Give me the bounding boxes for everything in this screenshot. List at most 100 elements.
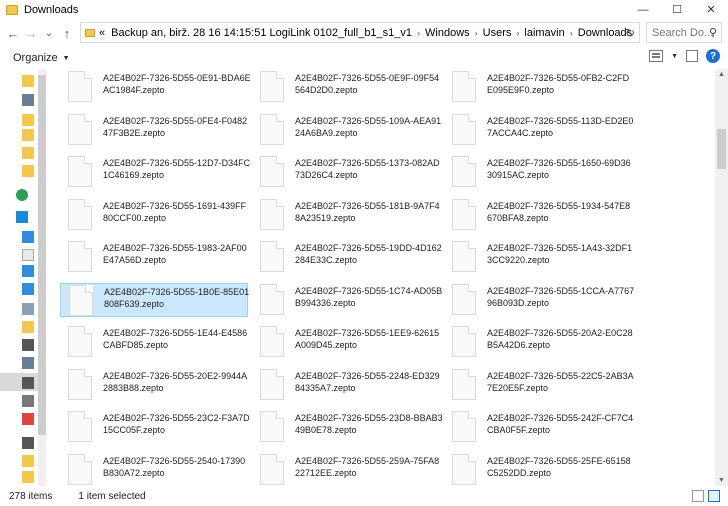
- vertical-scrollbar[interactable]: ▲ ▼: [715, 69, 728, 486]
- file-item[interactable]: A2E4B02F-7326-5D55-1C74-AD05BB994336.zep…: [252, 283, 443, 317]
- recent-locations-button[interactable]: ⌄: [40, 23, 58, 43]
- nav-pane-scrollbar-thumb[interactable]: [38, 75, 46, 435]
- file-icon: [260, 453, 284, 485]
- file-item[interactable]: A2E4B02F-7326-5D55-259A-75FA822712EE.zep…: [252, 453, 440, 487]
- file-item[interactable]: A2E4B02F-7326-5D55-20E2-9944A2883B88.zep…: [60, 368, 248, 402]
- file-item[interactable]: A2E4B02F-7326-5D55-1691-439FF80CCF00.zep…: [60, 198, 248, 232]
- file-icon: [68, 71, 92, 102]
- help-icon[interactable]: ?: [706, 49, 720, 63]
- drive-icon[interactable]: [22, 94, 34, 106]
- folder-icon[interactable]: [22, 165, 34, 177]
- file-item[interactable]: A2E4B02F-7326-5D55-12D7-D34FC1C46169.zep…: [60, 155, 250, 189]
- folder-icon[interactable]: [22, 471, 34, 483]
- folder-icon[interactable]: [22, 75, 34, 87]
- organize-menu-button[interactable]: Organize ▼: [13, 52, 70, 64]
- file-item[interactable]: A2E4B02F-7326-5D55-1934-547E8670BFA8.zep…: [444, 198, 632, 232]
- file-item[interactable]: A2E4B02F-7326-5D55-1650-69D3630915AC.zep…: [444, 155, 632, 189]
- chevron-right-icon: ›: [417, 27, 421, 38]
- file-icon: [452, 453, 476, 485]
- drive-icon[interactable]: [22, 377, 34, 389]
- large-icons-view-icon[interactable]: [708, 490, 720, 502]
- file-item[interactable]: A2E4B02F-7326-5D55-1373-082AD73D26C4.zep…: [252, 155, 440, 189]
- file-item[interactable]: A2E4B02F-7326-5D55-19DD-4D162284E33C.zep…: [252, 240, 442, 274]
- downloads-icon[interactable]: [22, 265, 34, 277]
- file-name: A2E4B02F-7326-5D55-113D-ED2E07ACCA4C.zep…: [487, 115, 634, 138]
- drive-icon[interactable]: [22, 357, 34, 369]
- file-icon: [452, 241, 476, 272]
- file-icon: [452, 326, 476, 357]
- videos-icon[interactable]: [22, 339, 34, 351]
- pictures-icon[interactable]: [22, 303, 34, 315]
- details-view-icon[interactable]: [692, 490, 704, 502]
- scrollbar-thumb[interactable]: [717, 129, 726, 169]
- organize-label: Organize: [13, 52, 58, 64]
- breadcrumb-item[interactable]: laimavin: [524, 27, 564, 39]
- breadcrumb-overflow[interactable]: «: [99, 27, 105, 39]
- search-input[interactable]: Search Do... ⚲: [646, 22, 722, 43]
- file-item[interactable]: A2E4B02F-7326-5D55-22C5-2AB3A7E20E5F.zep…: [444, 368, 634, 402]
- file-item[interactable]: A2E4B02F-7326-5D55-242F-CF7C4CBA0F5F.zep…: [444, 410, 633, 444]
- change-view-icon[interactable]: [649, 50, 664, 62]
- file-item[interactable]: A2E4B02F-7326-5D55-1EE9-62615A009D45.zep…: [252, 325, 440, 359]
- window-title: Downloads: [24, 3, 79, 16]
- file-item[interactable]: A2E4B02F-7326-5D55-23C2-F3A7D15CC05F.zep…: [60, 410, 250, 444]
- file-item[interactable]: A2E4B02F-7326-5D55-2248-ED32984335A7.zep…: [252, 368, 440, 402]
- file-name: A2E4B02F-7326-5D55-1C74-AD05BB994336.zep…: [295, 285, 443, 308]
- file-icon: [260, 411, 284, 442]
- drive-icon[interactable]: [22, 395, 34, 407]
- file-item[interactable]: A2E4B02F-7326-5D55-109A-AEA9124A6BA9.zep…: [252, 113, 441, 147]
- this-pc-icon[interactable]: [16, 211, 28, 223]
- file-item[interactable]: A2E4B02F-7326-5D55-0FE4-F048247F3B2E.zep…: [60, 113, 248, 147]
- documents-icon[interactable]: [22, 249, 34, 261]
- file-item[interactable]: A2E4B02F-7326-5D55-1E44-E4586CABFD85.zep…: [60, 325, 248, 359]
- file-name: A2E4B02F-7326-5D55-0E9F-09F54564D2D0.zep…: [295, 73, 440, 95]
- address-bar[interactable]: « Backup an, birž. 28 16 14:15:51 LogiLi…: [80, 22, 640, 43]
- file-item[interactable]: A2E4B02F-7326-5D55-1983-2AF00E47A56D.zep…: [60, 240, 248, 274]
- maximize-button[interactable]: ☐: [660, 0, 694, 19]
- preview-pane-icon[interactable]: [686, 50, 698, 62]
- file-item[interactable]: A2E4B02F-7326-5D55-0FB2-C2FDE095E9F0.zep…: [444, 70, 632, 104]
- up-button[interactable]: ↑: [58, 23, 76, 43]
- music-icon[interactable]: [22, 283, 34, 295]
- file-item[interactable]: A2E4B02F-7326-5D55-0E91-BDA6EAC1984F.zep…: [60, 70, 251, 104]
- file-name: A2E4B02F-7326-5D55-1983-2AF00E47A56D.zep…: [103, 243, 247, 265]
- close-button[interactable]: ✕: [694, 0, 728, 19]
- file-name: A2E4B02F-7326-5D55-259A-75FA822712EE.zep…: [295, 455, 440, 478]
- navigation-pane: [0, 69, 47, 486]
- file-name: A2E4B02F-7326-5D55-22C5-2AB3A7E20E5F.zep…: [487, 370, 634, 393]
- file-item[interactable]: A2E4B02F-7326-5D55-20A2-E0C28B5A42D6.zep…: [444, 325, 633, 359]
- file-icon: [452, 283, 476, 315]
- folder-icon[interactable]: [22, 147, 34, 159]
- selection-count: 1 item selected: [78, 490, 146, 502]
- network-drive-icon[interactable]: [22, 437, 34, 449]
- breadcrumb-item[interactable]: Windows: [425, 27, 470, 39]
- chevron-down-icon[interactable]: ▼: [671, 53, 678, 60]
- onedrive-icon[interactable]: [16, 189, 28, 201]
- file-item[interactable]: A2E4B02F-7326-5D55-0E9F-09F54564D2D0.zep…: [252, 70, 440, 104]
- file-item[interactable]: A2E4B02F-7326-5D55-25FE-65158C5252DD.zep…: [444, 453, 632, 487]
- file-item[interactable]: A2E4B02F-7326-5D55-113D-ED2E07ACCA4C.zep…: [444, 113, 634, 147]
- breadcrumb-item[interactable]: Users: [483, 27, 512, 39]
- file-item[interactable]: A2E4B02F-7326-5D55-23D8-BBAB349B0E78.zep…: [252, 410, 443, 444]
- folder-icon[interactable]: [22, 129, 34, 141]
- breadcrumb-item[interactable]: Backup an, birž. 28 16 14:15:51 LogiLink…: [111, 27, 412, 39]
- file-item[interactable]: A2E4B02F-7326-5D55-2540-17390B830A72.zep…: [60, 453, 248, 487]
- back-button[interactable]: ←: [4, 23, 22, 43]
- pictures-folder-icon[interactable]: [22, 321, 34, 333]
- drive-icon[interactable]: [22, 413, 34, 425]
- file-item[interactable]: A2E4B02F-7326-5D55-1B0E-85E01808F639.zep…: [60, 282, 249, 317]
- chevron-right-icon: ›: [569, 27, 573, 38]
- folder-icon[interactable]: [22, 455, 34, 467]
- scroll-down-arrow-icon[interactable]: ▼: [718, 477, 725, 484]
- file-item[interactable]: A2E4B02F-7326-5D55-1CCA-A776796B093D.zep…: [444, 283, 634, 317]
- refresh-icon[interactable]: ↻: [622, 22, 638, 43]
- scroll-up-arrow-icon[interactable]: ▲: [718, 71, 725, 78]
- desktop-icon[interactable]: [22, 231, 34, 243]
- file-item[interactable]: A2E4B02F-7326-5D55-1A43-32DF13CC9220.zep…: [444, 240, 632, 274]
- folder-icon[interactable]: [22, 114, 34, 126]
- file-item[interactable]: A2E4B02F-7326-5D55-181B-9A7F48A23519.zep…: [252, 198, 440, 232]
- minimize-button[interactable]: —: [626, 0, 660, 19]
- forward-button[interactable]: →: [22, 23, 40, 43]
- file-icon: [452, 156, 476, 187]
- file-icon: [69, 284, 93, 316]
